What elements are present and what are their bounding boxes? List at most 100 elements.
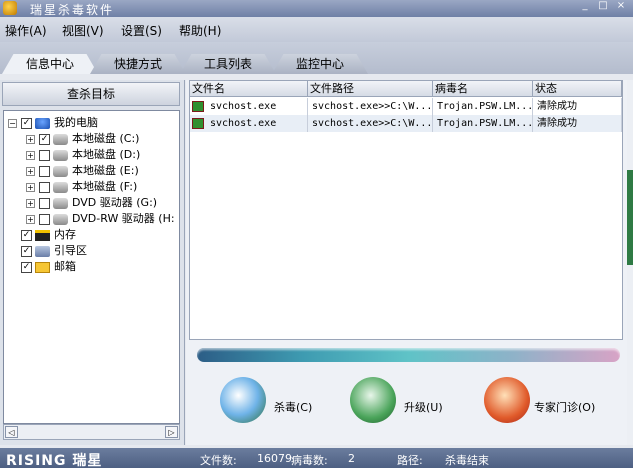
upgrade-label: 升级(U) (404, 401, 443, 414)
menu-operate[interactable]: 操作(A) (5, 22, 47, 39)
files-count-label: 文件数: (200, 454, 237, 467)
disk-icon (53, 181, 68, 193)
table-row[interactable]: svchost.exe svchost.exe>>C:\W... Trojan.PS… (190, 98, 622, 115)
boot-sector-icon (35, 245, 50, 257)
tree-node-label: 本地磁盘 (D:) (72, 148, 141, 161)
expand-toggle[interactable]: + (26, 182, 35, 192)
tree-node[interactable]: + ✓ 本地磁盘 (C:) (26, 131, 139, 147)
path-label: 路径: (397, 454, 423, 467)
scan-progress-bar (197, 348, 620, 362)
scan-target-panel: 查杀目标 − ✓ 我的电脑 + ✓ 本地磁盘 (C:) + 本地磁盘 (D:) + 本地磁盘 (E… (0, 80, 185, 445)
minimize-button[interactable]: _ (578, 0, 592, 13)
tree-node[interactable]: + 本地磁盘 (F:) (26, 179, 137, 195)
dvd-icon (53, 197, 68, 209)
tab-monitor-center[interactable]: 监控中心 (272, 54, 368, 74)
scan-label: 杀毒(C) (274, 401, 313, 414)
tree-node-label: 我的电脑 (54, 116, 98, 129)
computer-icon (35, 117, 50, 129)
tree-node[interactable]: ✓ 邮箱 (8, 259, 76, 275)
menu-view[interactable]: 视图(V) (62, 22, 104, 39)
col-header-virusname[interactable]: 病毒名 (433, 81, 533, 97)
tree-node-label: 本地磁盘 (F:) (72, 180, 138, 193)
tree-node[interactable]: + DVD-RW 驱动器 (H: (26, 211, 175, 227)
disk-icon (53, 165, 68, 177)
scan-target-header: 查杀目标 (2, 82, 180, 106)
cell-path: svchost.exe>>C:\W... (308, 98, 433, 115)
tree-node-label: 本地磁盘 (C:) (72, 132, 140, 145)
virus-result-table: 文件名 文件路径 病毒名 状态 svchost.exe svchost.exe>>… (189, 80, 623, 340)
tree-checkbox[interactable]: ✓ (39, 133, 50, 145)
tree-checkbox[interactable]: ✓ (21, 261, 32, 273)
tab-info-center[interactable]: 信息中心 (2, 54, 98, 74)
menu-bar: 操作(A) 视图(V) 设置(S) 帮助(H) (0, 17, 633, 42)
tree-node[interactable]: + DVD 驱动器 (G:) (26, 195, 157, 211)
tree-node-label: DVD-RW 驱动器 (H: (72, 212, 175, 225)
result-panel: 文件名 文件路径 病毒名 状态 svchost.exe svchost.exe>>… (186, 80, 627, 445)
app-icon (3, 1, 17, 15)
col-header-filename[interactable]: 文件名 (190, 81, 308, 97)
tab-bar: 信息中心 快捷方式 工具列表 监控中心 (0, 42, 633, 74)
tree-checkbox[interactable]: ✓ (21, 117, 32, 129)
col-header-filepath[interactable]: 文件路径 (308, 81, 433, 97)
table-row[interactable]: svchost.exe svchost.exe>>C:\W... Trojan.PS… (190, 115, 622, 132)
tree-checkbox[interactable] (39, 165, 50, 177)
virus-count-label: 病毒数: (291, 454, 328, 467)
cell-name: svchost.exe (190, 98, 308, 115)
scrollbar-thumb[interactable] (627, 170, 633, 265)
right-edge-scrollbar[interactable] (627, 80, 633, 445)
cell-status: 清除成功 (533, 98, 622, 115)
tab-shortcuts[interactable]: 快捷方式 (90, 54, 186, 74)
tree-node[interactable]: − ✓ 我的电脑 (8, 115, 98, 131)
virus-count-value: 2 (348, 452, 355, 465)
disk-icon (53, 133, 68, 145)
path-value: 杀毒结束 (445, 454, 489, 467)
close-button[interactable]: × (614, 0, 628, 13)
memory-icon (35, 229, 50, 241)
main-window: 瑞星杀毒软件 _ □ × 操作(A) 视图(V) 设置(S) 帮助(H) 信息中… (0, 0, 633, 468)
tree-checkbox[interactable]: ✓ (21, 229, 32, 241)
dvd-icon (53, 213, 68, 225)
window-title: 瑞星杀毒软件 (30, 3, 115, 17)
cell-status: 清除成功 (533, 115, 622, 132)
heart-hand-icon (484, 377, 530, 423)
cell-name: svchost.exe (190, 115, 308, 132)
col-header-status[interactable]: 状态 (533, 81, 622, 97)
tab-tool-list[interactable]: 工具列表 (180, 54, 276, 74)
scan-target-tree: − ✓ 我的电脑 + ✓ 本地磁盘 (C:) + 本地磁盘 (D:) + 本地磁盘 (E:) + 本地… (3, 110, 180, 424)
expand-toggle[interactable]: + (26, 134, 35, 144)
expand-toggle[interactable]: − (8, 118, 17, 128)
tree-node[interactable]: ✓ 内存 (8, 227, 76, 243)
tree-checkbox[interactable] (39, 149, 50, 161)
upgrade-arrow-icon (350, 377, 396, 423)
menu-help[interactable]: 帮助(H) (179, 22, 221, 39)
tree-node-label: 内存 (54, 228, 76, 241)
tree-checkbox[interactable] (39, 213, 50, 225)
expand-toggle[interactable]: + (26, 150, 35, 160)
tree-checkbox[interactable] (39, 197, 50, 209)
rising-logo: RISING 瑞星 (6, 453, 103, 468)
upgrade-button[interactable]: 升级(U) (350, 377, 460, 433)
files-count-value: 16079 (257, 452, 292, 465)
cell-virus: Trojan.PSW.LM... (433, 115, 533, 132)
expand-toggle[interactable]: + (26, 214, 35, 224)
horizontal-scrollbar[interactable]: ◁ ▷ (3, 424, 180, 440)
expert-clinic-label: 专家门诊(O) (534, 401, 596, 414)
tree-checkbox[interactable]: ✓ (21, 245, 32, 257)
expand-toggle[interactable]: + (26, 166, 35, 176)
scroll-right-arrow[interactable]: ▷ (165, 426, 178, 438)
cell-virus: Trojan.PSW.LM... (433, 98, 533, 115)
tree-node[interactable]: ✓ 引导区 (8, 243, 87, 259)
expert-clinic-button[interactable]: 专家门诊(O) (484, 377, 614, 433)
tree-node[interactable]: + 本地磁盘 (D:) (26, 147, 140, 163)
tree-node-label: DVD 驱动器 (G:) (72, 196, 158, 209)
tree-node-label: 邮箱 (54, 260, 76, 273)
tree-checkbox[interactable] (39, 181, 50, 193)
expand-toggle[interactable]: + (26, 198, 35, 208)
scan-button[interactable]: 杀毒(C) (220, 377, 330, 433)
magnifier-scan-icon (220, 377, 266, 423)
tree-node-label: 引导区 (54, 244, 87, 257)
tree-node[interactable]: + 本地磁盘 (E:) (26, 163, 139, 179)
scroll-left-arrow[interactable]: ◁ (5, 426, 18, 438)
menu-settings[interactable]: 设置(S) (121, 22, 162, 39)
maximize-button[interactable]: □ (596, 0, 610, 13)
